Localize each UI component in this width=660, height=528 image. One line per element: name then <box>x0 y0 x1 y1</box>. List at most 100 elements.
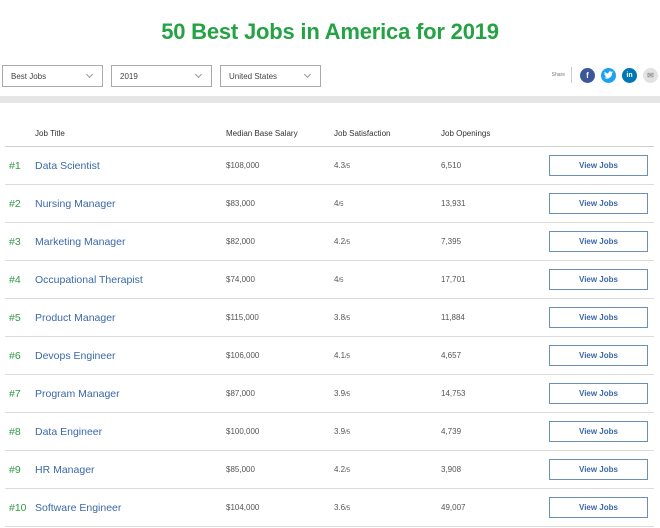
share-bar: Share f in ✉ <box>552 67 658 83</box>
view-jobs-label: View Jobs <box>579 389 618 398</box>
job-satisfaction: 4/5 <box>334 275 343 284</box>
header-job-title: Job Title <box>35 129 65 138</box>
table-row: #3 Marketing Manager $82,000 4.2/5 7,395… <box>5 223 654 261</box>
view-jobs-label: View Jobs <box>579 503 618 512</box>
job-salary: $74,000 <box>226 275 255 284</box>
job-satisfaction: 3.8/5 <box>334 313 350 322</box>
share-divider <box>571 67 572 83</box>
job-rank: #7 <box>9 388 21 400</box>
view-jobs-button[interactable]: View Jobs <box>549 155 648 176</box>
view-jobs-label: View Jobs <box>579 427 618 436</box>
table-row: #6 Devops Engineer $106,000 4.1/5 4,657 … <box>5 337 654 375</box>
job-satisfaction: 3.9/5 <box>334 389 350 398</box>
satisfaction-scale: /5 <box>345 240 351 246</box>
view-jobs-button[interactable]: View Jobs <box>549 269 648 290</box>
job-title-link[interactable]: Data Engineer <box>35 426 102 438</box>
satisfaction-score: 3.6 <box>334 503 346 512</box>
job-satisfaction: 4.2/5 <box>334 465 350 474</box>
job-title-link[interactable]: Nursing Manager <box>35 198 116 210</box>
job-title-link[interactable]: Devops Engineer <box>35 350 116 362</box>
table-row: #2 Nursing Manager $83,000 4/5 13,931 Vi… <box>5 185 654 223</box>
job-title-link[interactable]: Data Scientist <box>35 160 100 172</box>
table-row: #1 Data Scientist $108,000 4.3/5 6,510 V… <box>5 147 654 185</box>
share-label: Share <box>551 72 565 78</box>
view-jobs-label: View Jobs <box>579 237 618 246</box>
job-satisfaction: 4.3/5 <box>334 161 350 170</box>
table-row: #10 Software Engineer $104,000 3.6/5 49,… <box>5 489 654 527</box>
job-openings: 7,395 <box>441 237 462 246</box>
job-title-link[interactable]: Marketing Manager <box>35 236 125 248</box>
satisfaction-score: 4.1 <box>334 351 346 360</box>
job-rank: #9 <box>9 464 21 476</box>
job-openings: 14,753 <box>441 389 466 398</box>
job-satisfaction: 3.6/5 <box>334 503 350 512</box>
linkedin-icon[interactable]: in <box>622 67 637 83</box>
job-salary: $106,000 <box>226 351 260 360</box>
category-select-value: Best Jobs <box>11 71 47 81</box>
page: 50 Best Jobs in America for 2019 Best Jo… <box>0 0 660 528</box>
satisfaction-score: 3.9 <box>334 427 346 436</box>
view-jobs-label: View Jobs <box>579 275 618 284</box>
job-title-link[interactable]: Program Manager <box>35 388 120 400</box>
year-select[interactable]: 2019 <box>111 65 212 87</box>
chevron-down-icon <box>303 70 312 79</box>
table-body: #1 Data Scientist $108,000 4.3/5 6,510 V… <box>0 147 660 527</box>
view-jobs-button[interactable]: View Jobs <box>549 459 648 480</box>
table-row: #9 HR Manager $85,000 4.2/5 3,908 View J… <box>5 451 654 489</box>
view-jobs-button[interactable]: View Jobs <box>549 497 648 518</box>
job-rank: #10 <box>9 502 27 514</box>
header-openings: Job Openings <box>441 129 491 138</box>
country-select[interactable]: United States <box>220 65 321 87</box>
chevron-down-icon <box>194 70 203 79</box>
job-satisfaction: 3.9/5 <box>334 427 350 436</box>
job-title-link[interactable]: HR Manager <box>35 464 95 476</box>
category-select[interactable]: Best Jobs <box>2 65 103 87</box>
view-jobs-label: View Jobs <box>579 161 618 170</box>
twitter-icon[interactable] <box>601 67 616 83</box>
view-jobs-button[interactable]: View Jobs <box>549 193 648 214</box>
job-salary: $82,000 <box>226 237 255 246</box>
view-jobs-button[interactable]: View Jobs <box>549 421 648 442</box>
table-row: #8 Data Engineer $100,000 3.9/5 4,739 Vi… <box>5 413 654 451</box>
satisfaction-scale: /5 <box>345 316 351 322</box>
view-jobs-button[interactable]: View Jobs <box>549 345 648 366</box>
view-jobs-button[interactable]: View Jobs <box>549 383 648 404</box>
satisfaction-scale: /5 <box>345 354 351 360</box>
job-openings: 4,739 <box>441 427 462 436</box>
job-salary: $85,000 <box>226 465 255 474</box>
view-jobs-button[interactable]: View Jobs <box>549 307 648 328</box>
job-openings: 3,908 <box>441 465 462 474</box>
view-jobs-button[interactable]: View Jobs <box>549 231 648 252</box>
filter-bar: Best Jobs 2019 United States <box>2 65 321 87</box>
page-title: 50 Best Jobs in America for 2019 <box>161 19 499 44</box>
jobs-table: Job Title Median Base Salary Job Satisfa… <box>0 103 660 527</box>
email-icon[interactable]: ✉ <box>643 67 658 83</box>
job-openings: 4,657 <box>441 351 462 360</box>
job-title-link[interactable]: Product Manager <box>35 312 116 324</box>
header-salary: Median Base Salary <box>226 129 298 138</box>
job-rank: #3 <box>9 236 21 248</box>
job-rank: #6 <box>9 350 21 362</box>
satisfaction-scale: /5 <box>345 392 351 398</box>
job-salary: $108,000 <box>226 161 260 170</box>
view-jobs-label: View Jobs <box>579 465 618 474</box>
job-salary: $87,000 <box>226 389 255 398</box>
job-title-link[interactable]: Software Engineer <box>35 502 121 514</box>
country-select-value: United States <box>229 71 278 81</box>
satisfaction-score: 3.8 <box>334 313 346 322</box>
header-satisfaction: Job Satisfaction <box>334 129 391 138</box>
satisfaction-score: 4.3 <box>334 161 346 170</box>
satisfaction-scale: /5 <box>345 164 351 170</box>
view-jobs-label: View Jobs <box>579 313 618 322</box>
facebook-icon[interactable]: f <box>580 67 595 83</box>
satisfaction-score: 4.2 <box>334 465 346 474</box>
job-rank: #2 <box>9 198 21 210</box>
job-salary: $83,000 <box>226 199 255 208</box>
satisfaction-scale: /5 <box>338 278 344 284</box>
job-openings: 11,884 <box>441 313 465 322</box>
job-title-link[interactable]: Occupational Therapist <box>35 274 143 286</box>
job-satisfaction: 4.2/5 <box>334 237 350 246</box>
table-header: Job Title Median Base Salary Job Satisfa… <box>5 103 654 147</box>
satisfaction-score: 3.9 <box>334 389 346 398</box>
job-rank: #5 <box>9 312 21 324</box>
